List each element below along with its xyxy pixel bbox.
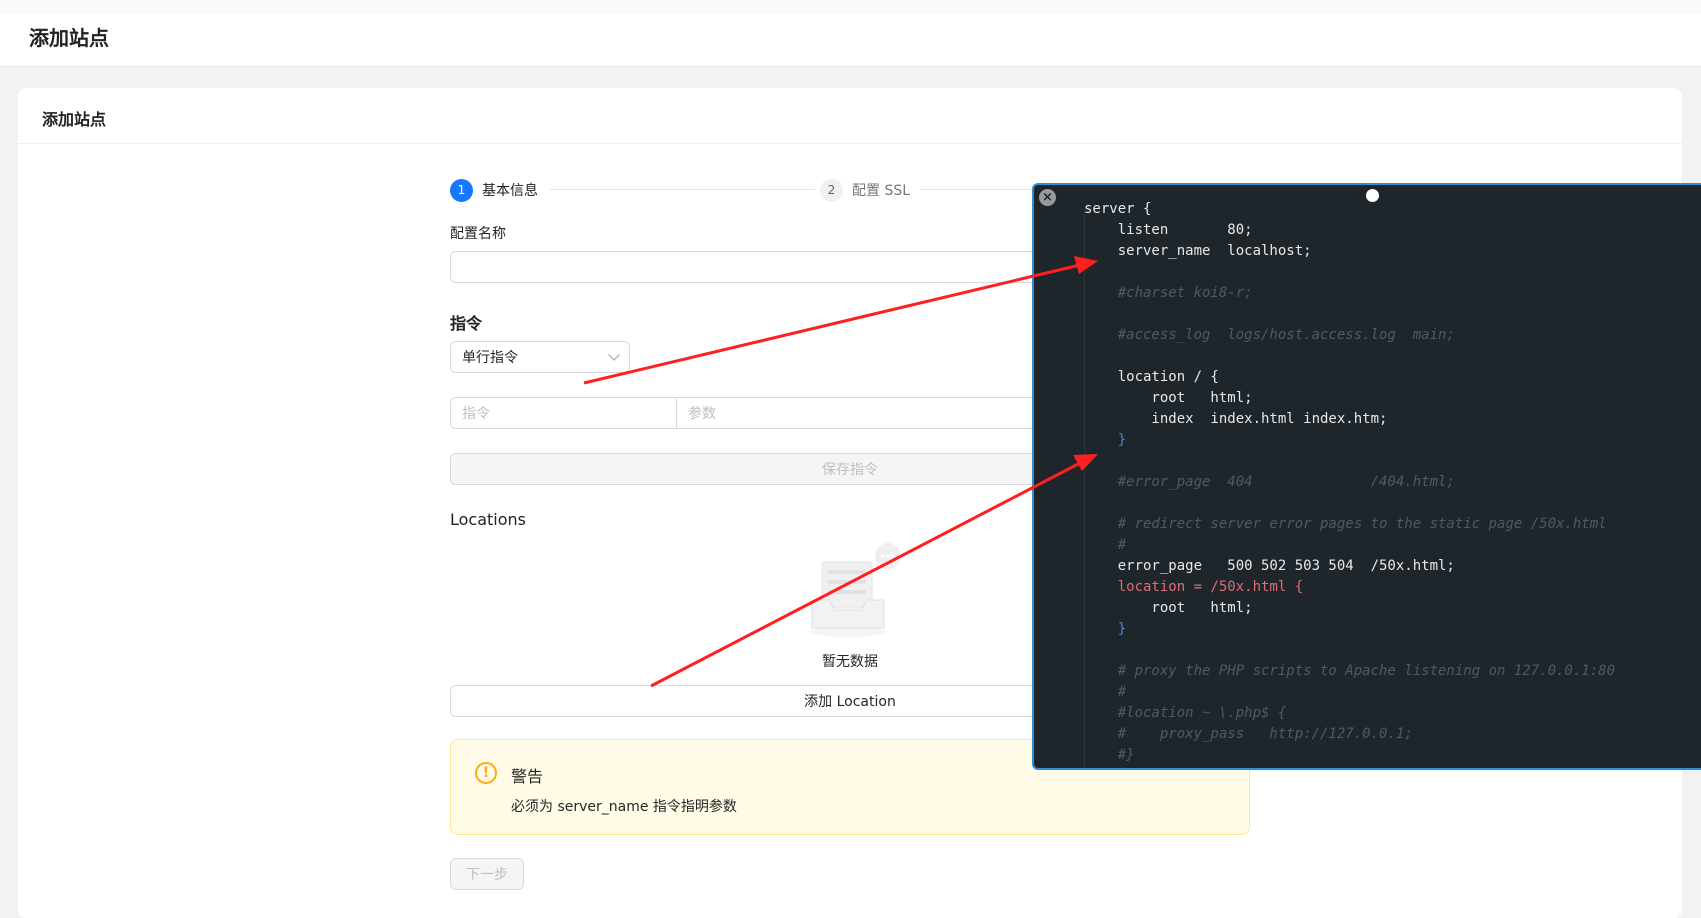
arrow-to-server-name (583, 256, 1098, 385)
arrow-to-location-block (650, 454, 1098, 688)
annotation-arrows (583, 256, 1098, 688)
